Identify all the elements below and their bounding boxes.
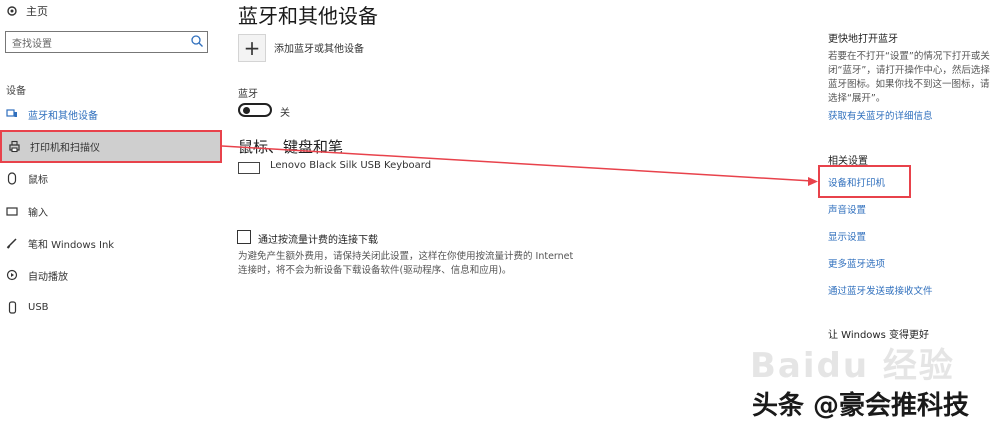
- baidu-watermark: Baidu 经验: [750, 346, 955, 386]
- watermark-caption: 头条 @豪会推科技: [752, 391, 970, 421]
